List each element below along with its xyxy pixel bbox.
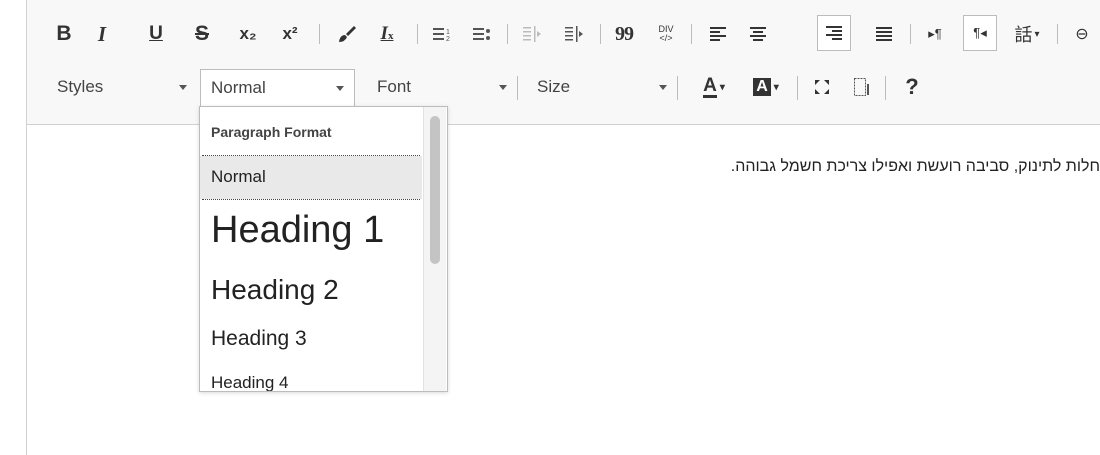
subscript-icon: x₂ [239,24,257,43]
svg-text:2: 2 [446,36,450,42]
format-option-heading-3[interactable]: Heading 3 [200,319,422,359]
help-icon: ? [905,74,919,99]
language-icon: 話 [1014,25,1033,45]
toolbar-separator [797,76,798,100]
toolbar-separator [507,24,508,44]
align-center-icon [750,27,766,41]
subscript-button[interactable]: x₂ [233,17,263,51]
svg-text:1: 1 [446,29,450,36]
help-button[interactable]: ? [897,70,927,104]
strikethrough-button[interactable]: S [189,17,215,51]
align-right-button[interactable] [817,15,851,51]
toolbar-separator [517,76,518,100]
font-combo-label: Font [377,77,412,96]
toolbar-separator [691,24,692,44]
styles-combo-label: Styles [57,77,104,96]
outdent-icon [523,26,541,42]
indent-icon [565,26,583,42]
show-blocks-icon [854,78,869,96]
align-left-icon [710,27,726,41]
chevron-down-icon [659,85,667,90]
quote-icon: 99 [615,22,634,45]
link-icon: ⊖ [1075,26,1089,43]
language-button[interactable]: 話 ▾ [1007,17,1047,51]
chevron-down-icon: ▾ [719,81,725,93]
text-color-icon: A [703,74,717,98]
paragraph-format-dropdown: Paragraph Format Normal Heading 1 Headin… [199,106,448,392]
superscript-icon: x² [282,24,298,43]
paintbrush-icon [339,26,356,42]
justify-button[interactable] [869,17,899,51]
italic-button[interactable]: I [89,17,115,51]
format-combo-label: Normal [211,78,266,97]
toolbar-separator [319,24,320,44]
align-left-button[interactable] [703,17,733,51]
show-blocks-button[interactable] [847,70,877,104]
superscript-button[interactable]: x² [275,17,305,51]
remove-format-icon: Ix [380,23,394,44]
format-option-heading-2[interactable]: Heading 2 [200,267,422,315]
format-combo[interactable]: Normal [200,69,355,107]
italic-icon: I [97,21,107,46]
chevron-down-icon [179,85,187,90]
numbered-list-button[interactable]: 12 [427,17,457,51]
increase-indent-button[interactable] [559,17,589,51]
text-color-button[interactable]: A ▾ [693,70,735,104]
bold-button[interactable]: B [51,17,77,51]
background-color-icon: A [753,78,771,96]
rich-text-editor: B I U S x₂ x² Ix 12 99 DIV </> ▸¶ ¶◂ 話 ▾… [26,0,1100,455]
bulleted-list-icon [473,28,490,40]
bold-icon: B [56,22,72,45]
format-option-normal[interactable]: Normal [200,156,422,199]
size-combo[interactable]: Size [527,69,677,105]
align-center-button[interactable] [743,17,773,51]
editor-paragraph: חלות לתינוק, סביבה רועשת ואפילו צריכת חש… [730,158,1100,175]
font-combo[interactable]: Font [367,69,517,105]
ltr-icon: ▸¶ [928,26,942,41]
copy-formatting-button[interactable] [332,17,362,51]
format-option-heading-4[interactable]: Heading 4 [200,365,422,391]
rtl-button[interactable]: ¶◂ [963,15,997,51]
ltr-button[interactable]: ▸¶ [920,17,950,51]
dropdown-title: Paragraph Format [211,124,332,140]
underline-icon: U [149,23,163,44]
toolbar-separator [677,76,678,100]
justify-icon [876,27,892,41]
decrease-indent-button[interactable] [517,17,547,51]
underline-button[interactable]: U [143,17,169,51]
scrollbar-thumb[interactable] [430,116,440,264]
create-div-button[interactable]: DIV </> [651,17,681,51]
link-button[interactable]: ⊖ [1067,17,1097,51]
toolbar-separator [910,24,911,44]
remove-format-button[interactable]: Ix [372,17,402,51]
format-option-heading-1[interactable]: Heading 1 [200,200,422,262]
maximize-button[interactable] [807,70,837,104]
chevron-down-icon: ▾ [1034,28,1040,40]
toolbar-separator [885,76,886,100]
toolbar-separator [1057,24,1058,44]
chevron-down-icon [336,86,344,91]
chevron-down-icon [499,85,507,90]
size-combo-label: Size [537,77,571,96]
dropdown-scrollbar[interactable] [423,107,446,391]
align-right-icon [826,26,842,40]
maximize-icon [815,80,829,94]
styles-combo[interactable]: Styles [47,69,197,105]
strikethrough-icon: S [194,22,209,45]
background-color-button[interactable]: A ▾ [745,70,787,104]
editor-toolbar: B I U S x₂ x² Ix 12 99 DIV </> ▸¶ ¶◂ 話 ▾… [27,0,1100,125]
bulleted-list-button[interactable] [467,17,497,51]
toolbar-separator [600,24,601,44]
rtl-icon: ¶◂ [973,25,987,40]
toolbar-separator [417,24,418,44]
blockquote-button[interactable]: 99 [609,17,639,51]
chevron-down-icon: ▾ [773,81,779,93]
numbered-list-icon: 12 [433,28,450,42]
